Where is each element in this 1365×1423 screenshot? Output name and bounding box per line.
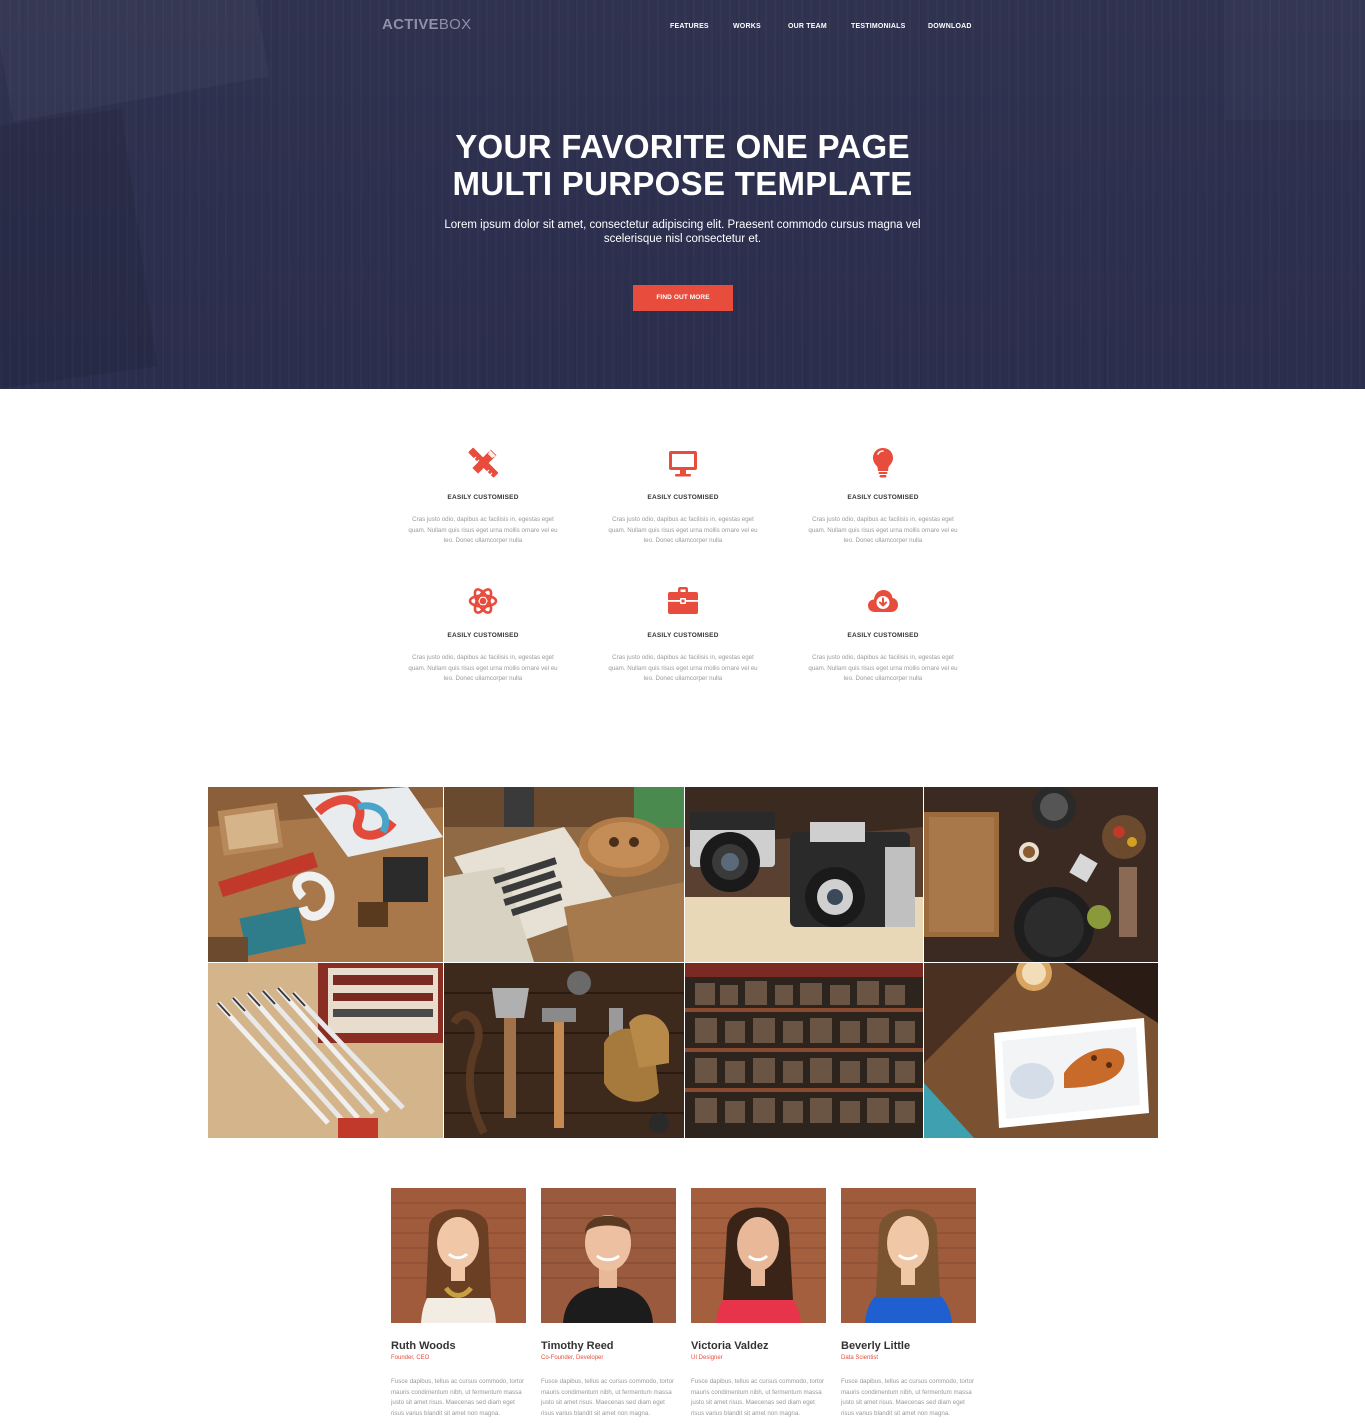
feature-title: EASILY CUSTOMISED <box>847 632 919 639</box>
feature-title: EASILY CUSTOMISED <box>447 632 519 639</box>
team-member-name: Timothy Reed <box>541 1340 614 1352</box>
team-member-role: Co-Founder, Developer <box>541 1355 604 1361</box>
atom-icon <box>467 585 499 617</box>
feature-description: Cras justo odio, dapibus ac facilisis in… <box>808 516 958 544</box>
hero-title: YOUR FAVORITE ONE PAGE MULTI PURPOSE TEM… <box>0 128 1365 202</box>
nav-item-testimonials[interactable]: TESTIMONIALS <box>851 23 906 30</box>
team-member-role: UI Designer <box>691 1355 723 1361</box>
find-out-more-button[interactable]: FIND OUT MORE <box>633 285 733 311</box>
feature-title: EASILY CUSTOMISED <box>647 494 719 501</box>
team-member-name: Beverly Little <box>841 1340 911 1352</box>
team-member-role: Data Scientist <box>841 1355 879 1361</box>
hero-title-line-1: YOUR FAVORITE ONE PAGE <box>455 128 910 165</box>
gallery-image-tools[interactable] <box>444 963 684 1138</box>
team-member-bio: Fusce dapibus, tellus ac cursus commodo,… <box>841 1378 975 1417</box>
feature-description: Cras justo odio, dapibus ac facilisis in… <box>608 516 758 544</box>
feature-description: Cras justo odio, dapibus ac facilisis in… <box>408 516 558 544</box>
hero-background-texture <box>1225 0 1365 120</box>
hero-subtitle: Lorem ipsum dolor sit amet, consectetur … <box>444 219 921 245</box>
team-member-photo <box>391 1188 526 1323</box>
gallery-image-kitchen[interactable] <box>924 787 1158 962</box>
gallery-image-letterpress[interactable] <box>685 963 923 1138</box>
gallery-image-cameras[interactable] <box>685 787 923 962</box>
gallery-image-stationery[interactable] <box>208 787 443 962</box>
pencil-ruler-icon <box>467 447 499 479</box>
team-member-photo <box>541 1188 676 1323</box>
nav-item-works[interactable]: WORKS <box>733 23 761 30</box>
works-gallery <box>208 787 1158 1138</box>
hero-title-line-2: MULTI PURPOSE TEMPLATE <box>452 165 913 202</box>
gallery-image-food[interactable] <box>924 963 1158 1138</box>
cloud-download-icon <box>867 585 899 617</box>
feature-title: EASILY CUSTOMISED <box>647 632 719 639</box>
feature-title: EASILY CUSTOMISED <box>447 494 519 501</box>
team-member-name: Victoria Valdez <box>691 1340 769 1352</box>
monitor-icon <box>667 447 699 479</box>
team-member-role: Founder, CEO <box>391 1355 430 1361</box>
lightbulb-icon <box>867 447 899 479</box>
briefcase-icon <box>667 585 699 617</box>
hero-section: ACTIVEBOX FEATURES WORKS OUR TEAM TESTIM… <box>0 0 1365 389</box>
team-member-photo <box>691 1188 826 1323</box>
nav-item-download[interactable]: DOWNLOAD <box>928 23 972 30</box>
gallery-image-notebook[interactable] <box>444 787 684 962</box>
team-member-bio: Fusce dapibus, tellus ac cursus commodo,… <box>691 1378 825 1417</box>
hero-background-texture <box>0 0 269 122</box>
team-member-name: Ruth Woods <box>391 1340 456 1352</box>
nav-item-features[interactable]: FEATURES <box>670 23 709 30</box>
team-member-bio: Fusce dapibus, tellus ac cursus commodo,… <box>541 1378 675 1417</box>
gallery-image-pencils[interactable] <box>208 963 443 1138</box>
team-member-bio: Fusce dapibus, tellus ac cursus commodo,… <box>391 1378 525 1417</box>
feature-description: Cras justo odio, dapibus ac facilisis in… <box>608 654 758 682</box>
nav-item-our-team[interactable]: OUR TEAM <box>788 23 827 30</box>
team-member-photo <box>841 1188 976 1323</box>
feature-description: Cras justo odio, dapibus ac facilisis in… <box>408 654 558 682</box>
feature-title: EASILY CUSTOMISED <box>847 494 919 501</box>
main-nav: FEATURES WORKS OUR TEAM TESTIMONIALS DOW… <box>0 23 1365 35</box>
feature-description: Cras justo odio, dapibus ac facilisis in… <box>808 654 958 682</box>
